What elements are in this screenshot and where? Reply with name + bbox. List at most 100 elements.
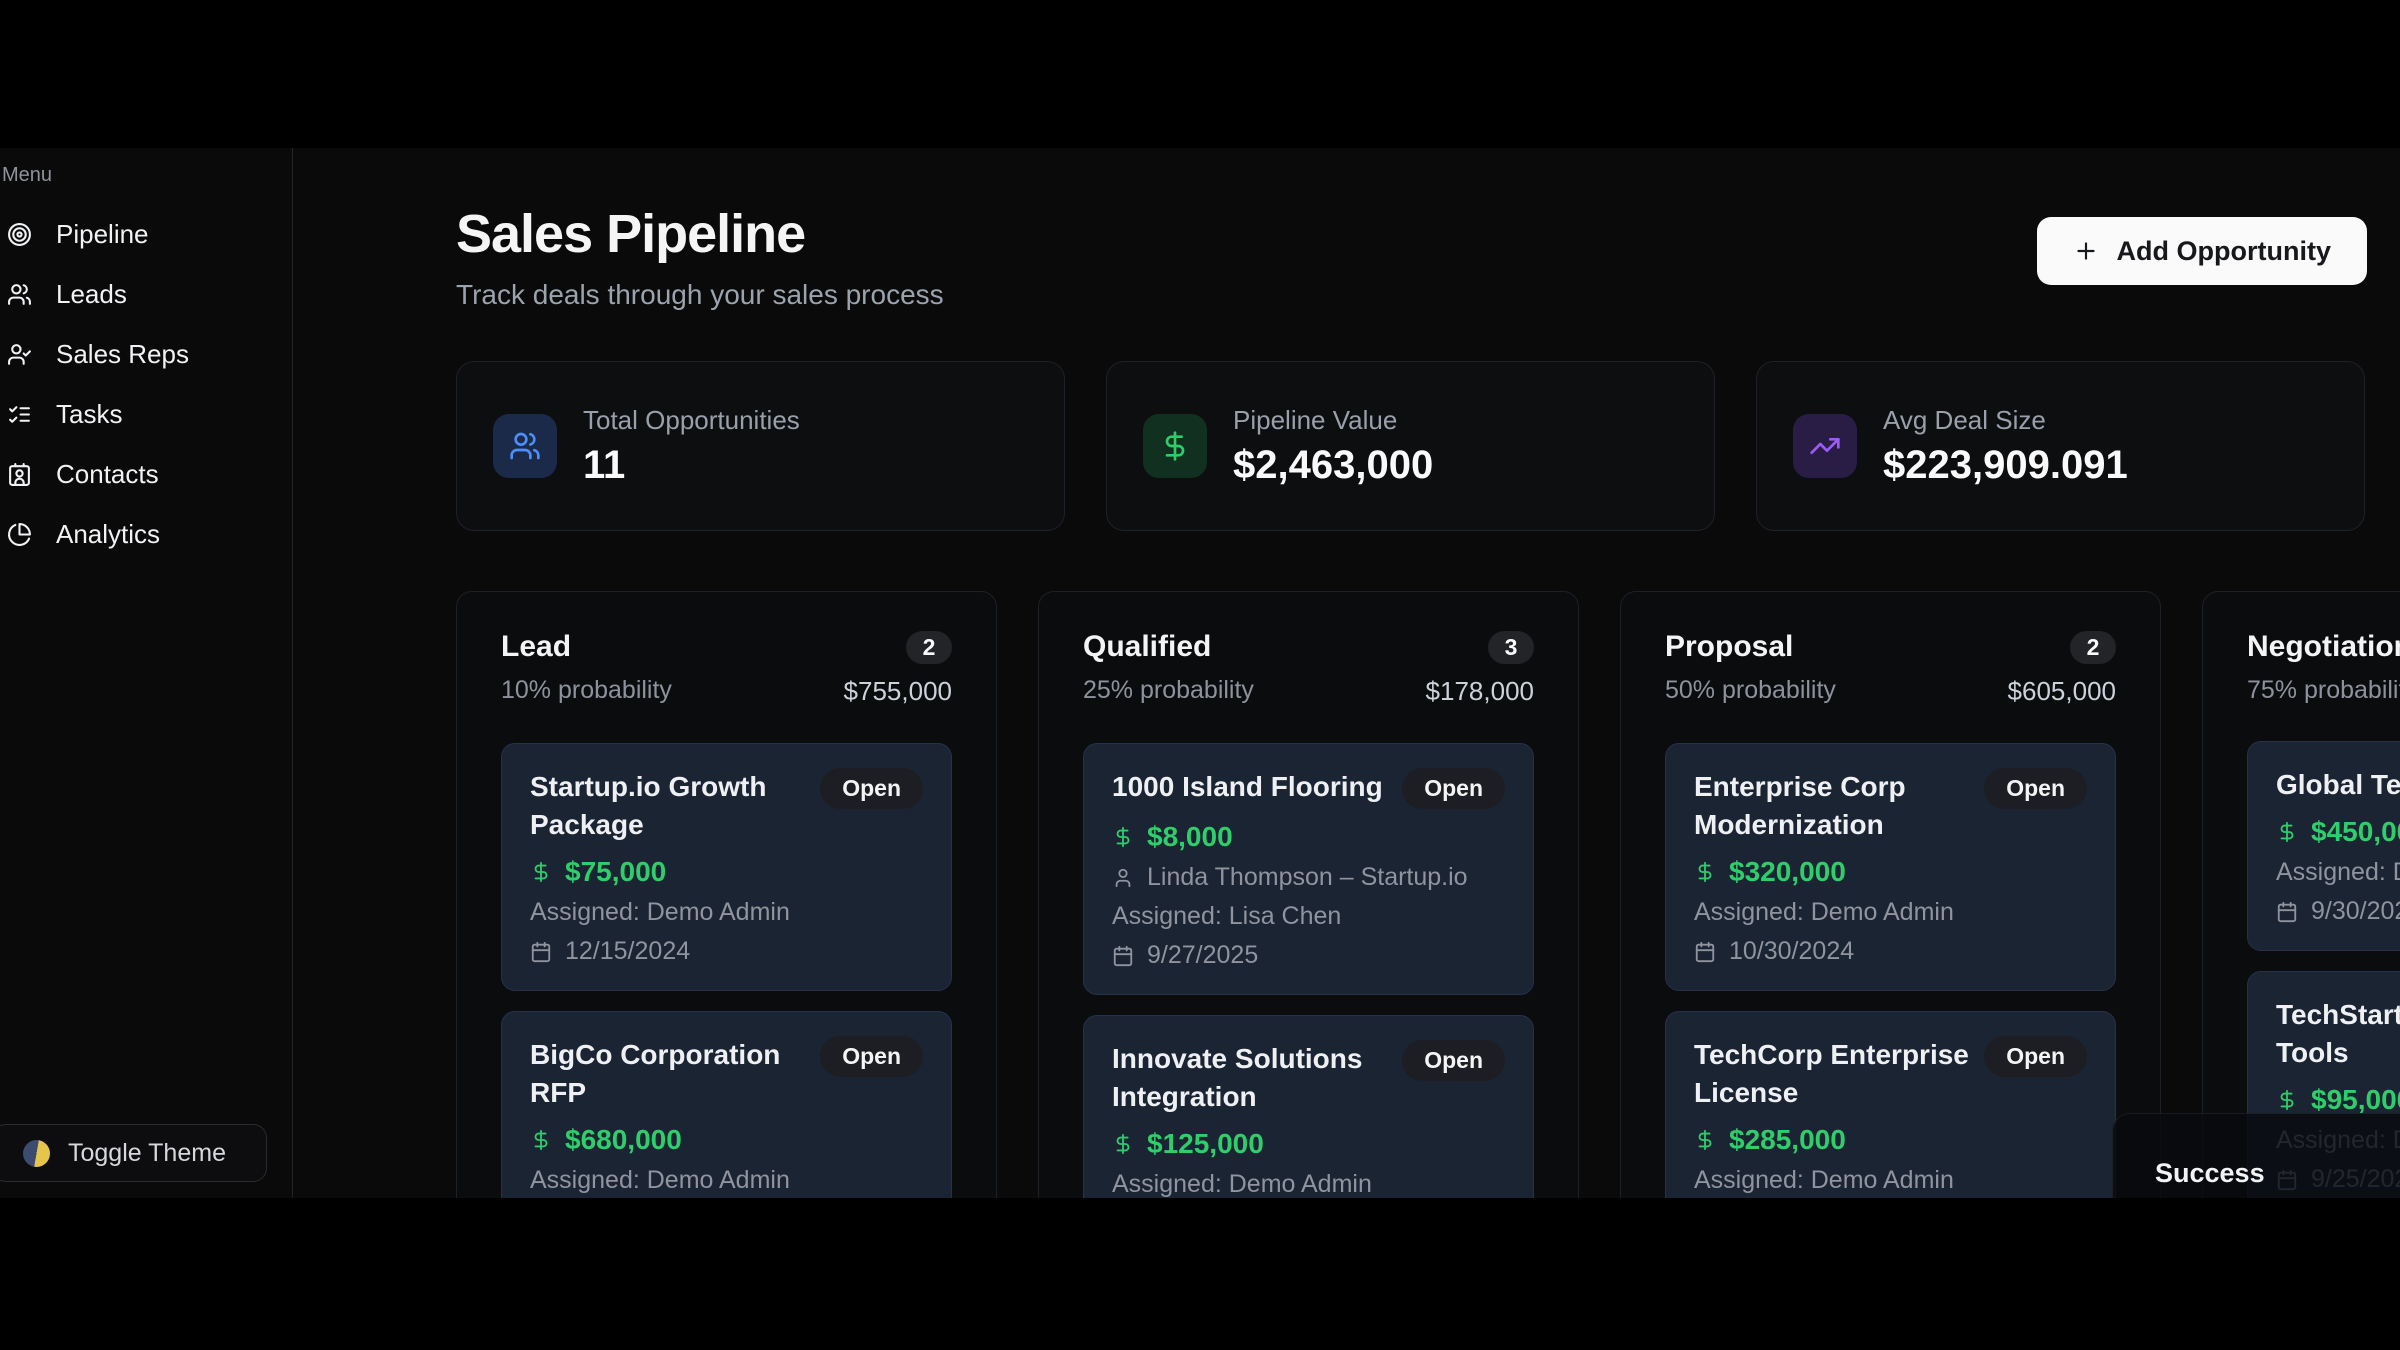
column-probability: 25% probability (1083, 676, 1254, 707)
app-window: Menu Pipeline Leads Sales Reps Tasks Con… (0, 148, 2400, 1198)
calendar-icon (2276, 901, 2298, 923)
sidebar-item-label: Tasks (56, 399, 122, 430)
deal-card[interactable]: Startup.io Growth Package Open $75,000 A… (501, 743, 952, 991)
user-check-icon (7, 342, 32, 367)
deal-card[interactable]: BigCo Corporation RFP Open $680,000 Assi… (501, 1011, 952, 1198)
sidebar-item-label: Leads (56, 279, 127, 310)
deal-card[interactable]: Innovate SolutionsIntegration Open $125,… (1083, 1015, 1534, 1198)
sidebar-item-contacts[interactable]: Contacts (0, 444, 292, 504)
deal-date: 9/27/2025 (1147, 941, 1258, 970)
deal-contact: Linda Thompson – Startup.io (1147, 863, 1468, 892)
column-total-value: $755,000 (844, 676, 952, 707)
sidebar-item-analytics[interactable]: Analytics (0, 504, 292, 564)
column-total-value: $178,000 (1426, 676, 1534, 707)
status-badge: Open (1402, 1040, 1505, 1081)
deal-amount: $320,000 (1729, 856, 1846, 888)
sidebar-item-label: Contacts (56, 459, 159, 490)
dollar-icon (2276, 1089, 2298, 1111)
sidebar-item-tasks[interactable]: Tasks (0, 384, 292, 444)
stat-card-avg-deal-size: Avg Deal Size $223,909.091 (1756, 361, 2365, 531)
column-count-badge: 2 (906, 631, 952, 664)
menu-section-label: Menu (2, 164, 292, 186)
success-toast[interactable]: Success (2112, 1113, 2400, 1198)
users-icon (493, 414, 557, 478)
deal-assigned: Assigned: Lisa Chen (1112, 902, 1341, 931)
deal-title: 1000 Island Flooring (1112, 768, 1383, 806)
deal-assigned: Assigned: Demo Admin (1694, 898, 1954, 927)
deal-assigned: Assigned: Demo Admin (1112, 1170, 1372, 1198)
sidebar-item-label: Analytics (56, 519, 160, 550)
moon-icon (23, 1140, 50, 1167)
stat-card-total-opportunities: Total Opportunities 11 (456, 361, 1065, 531)
deal-title: Global Te (2276, 766, 2400, 804)
stat-label: Avg Deal Size (1883, 405, 2128, 436)
column-title: Lead (501, 630, 571, 664)
pie-chart-icon (7, 522, 32, 547)
status-badge: Open (1402, 768, 1505, 809)
column-probability: 10% probability (501, 676, 672, 707)
trending-up-icon (1793, 414, 1857, 478)
deal-amount: $450,000 (2311, 816, 2400, 848)
sidebar-nav: Pipeline Leads Sales Reps Tasks Contacts… (0, 204, 292, 564)
column-probability: 75% probability (2247, 676, 2400, 705)
sidebar: Menu Pipeline Leads Sales Reps Tasks Con… (0, 148, 293, 1198)
deal-amount: $75,000 (565, 856, 666, 888)
sidebar-item-leads[interactable]: Leads (0, 264, 292, 324)
kanban-board: Lead 2 10% probability $755,000 Startup.… (456, 591, 2367, 1198)
add-opportunity-button[interactable]: Add Opportunity (2037, 217, 2367, 285)
status-badge: Open (1984, 768, 2087, 809)
page-header: Sales Pipeline Track deals through your … (456, 203, 2367, 311)
column-title: Qualified (1083, 630, 1211, 664)
status-badge: Open (820, 768, 923, 809)
sidebar-item-label: Pipeline (56, 219, 149, 250)
deal-assigned: Assigned: Demo Admin (530, 898, 790, 927)
deal-card[interactable]: Enterprise CorpModernization Open $320,0… (1665, 743, 2116, 991)
stats-row: Total Opportunities 11 Pipeline Value $2… (456, 361, 2367, 531)
users-icon (7, 282, 32, 307)
calendar-icon (1112, 945, 1134, 967)
column-title: Negotiation (2247, 630, 2400, 664)
dollar-icon (1694, 1129, 1716, 1151)
deal-title: TechStartTools (2276, 996, 2400, 1072)
deal-title: Enterprise CorpModernization (1694, 768, 1906, 844)
column-count-badge: 2 (2070, 631, 2116, 664)
dollar-icon (2276, 821, 2298, 843)
sidebar-item-pipeline[interactable]: Pipeline (0, 204, 292, 264)
kanban-column-proposal: Proposal 2 50% probability $605,000 Ente… (1620, 591, 2161, 1198)
dollar-icon (530, 1129, 552, 1151)
deal-date: 10/30/2024 (1729, 937, 1854, 966)
deal-card[interactable]: TechCorp EnterpriseLicense Open $285,000… (1665, 1011, 2116, 1198)
user-icon (1112, 867, 1134, 889)
stat-value: $223,909.091 (1883, 443, 2128, 488)
calendar-icon (530, 941, 552, 963)
deal-date: 9/30/2025 (2311, 897, 2400, 926)
deal-title: Startup.io Growth Package (530, 768, 806, 844)
stat-label: Pipeline Value (1233, 405, 1433, 436)
deal-assigned: Assigned: Demo Admin (1694, 1166, 1954, 1195)
deal-amount: $95,000 (2311, 1084, 2400, 1116)
sidebar-item-sales-reps[interactable]: Sales Reps (0, 324, 292, 384)
deal-title: TechCorp EnterpriseLicense (1694, 1036, 1969, 1112)
deal-card[interactable]: Global Te $450,000 Assigned: Demo Admin … (2247, 741, 2400, 951)
dollar-icon (1112, 826, 1134, 848)
deal-amount: $680,000 (565, 1124, 682, 1156)
stat-label: Total Opportunities (583, 405, 800, 436)
column-probability: 50% probability (1665, 676, 1836, 707)
dollar-icon (1143, 414, 1207, 478)
page-header-text: Sales Pipeline Track deals through your … (456, 203, 944, 311)
status-badge: Open (1984, 1036, 2087, 1077)
page-subtitle: Track deals through your sales process (456, 279, 944, 311)
target-icon (7, 222, 32, 247)
dollar-icon (1694, 861, 1716, 883)
dollar-icon (1112, 1133, 1134, 1155)
calendar-icon (1694, 941, 1716, 963)
kanban-column-negotiation: Negotiation 75% probability Global Te $4… (2202, 591, 2400, 1198)
deal-amount: $125,000 (1147, 1128, 1264, 1160)
toggle-theme-button[interactable]: Toggle Theme (0, 1124, 267, 1182)
stat-value: 11 (583, 443, 800, 488)
stat-card-pipeline-value: Pipeline Value $2,463,000 (1106, 361, 1715, 531)
toast-title: Success (2155, 1158, 2400, 1189)
deal-date: 12/15/2024 (565, 937, 690, 966)
deal-card[interactable]: 1000 Island Flooring Open $8,000 Linda T… (1083, 743, 1534, 995)
column-total-value: $605,000 (2008, 676, 2116, 707)
